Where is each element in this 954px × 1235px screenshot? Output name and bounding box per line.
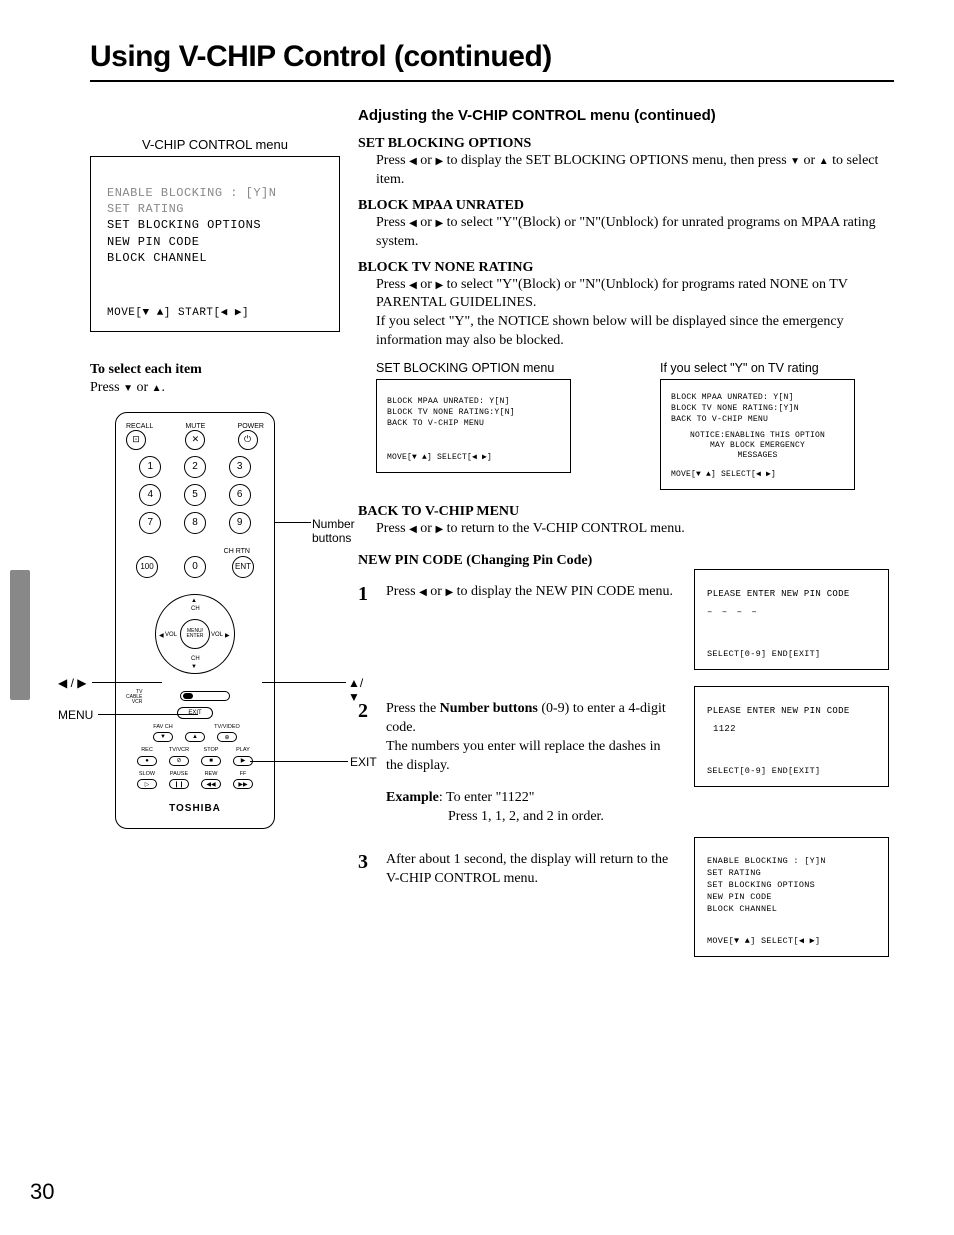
- down-triangle-icon: ▼: [790, 155, 800, 169]
- select-item-heading: To select each item: [90, 362, 340, 378]
- step-2-body: Press the Number buttons (0-9) to enter …: [386, 700, 674, 827]
- callout-arrows-ud: ▲/▼: [348, 676, 363, 704]
- step-num-1: 1: [358, 583, 376, 606]
- vchip-osd: ENABLE BLOCKING : [Y]N SET RATING SET BL…: [90, 156, 340, 332]
- osd-line: SET RATING: [107, 201, 323, 217]
- back-text: Press ◀ or ▶ to return to the V-CHIP CON…: [376, 520, 894, 539]
- pause-button[interactable]: ❙❙: [169, 779, 189, 789]
- remote-label-mute: MUTE: [185, 423, 205, 430]
- recall-button[interactable]: ⊡: [126, 430, 146, 450]
- tvvcr-button[interactable]: ⊘: [169, 756, 189, 766]
- num-button-6[interactable]: 6: [229, 484, 251, 506]
- osd-line: ENABLE BLOCKING : [Y]N: [107, 185, 323, 201]
- power-button[interactable]: ⏻: [238, 430, 258, 450]
- pin-osd-2: PLEASE ENTER NEW PIN CODE 1122 SELECT[0-…: [694, 686, 889, 787]
- tvnone-text: Press ◀ or ▶ to select "Y"(Block) or "N"…: [376, 276, 894, 352]
- num-button-0[interactable]: 0: [184, 556, 206, 578]
- step-3-body: After about 1 second, the display will r…: [386, 851, 674, 889]
- up-triangle-icon: ▲: [819, 155, 829, 169]
- section-heading: Adjusting the V-CHIP CONTROL menu (conti…: [358, 107, 894, 124]
- num-button-8[interactable]: 8: [184, 512, 206, 534]
- callout-menu: MENU: [58, 708, 93, 722]
- menu-enter-button[interactable]: MENU/ ENTER: [180, 619, 210, 649]
- callout-number-buttons: Number buttons: [312, 517, 355, 545]
- osd-line: NEW PIN CODE: [107, 234, 323, 250]
- pin-osd-3: ENABLE BLOCKING : [Y]N SET RATING SET BL…: [694, 837, 889, 956]
- num-button-1[interactable]: 1: [139, 456, 161, 478]
- remote-label-chrtn: CH RTN: [224, 548, 250, 555]
- side-tab: Advanced Operaion: [10, 570, 30, 700]
- remote-label-power: POWER: [238, 423, 264, 430]
- set-blocking-text: Press ◀ or ▶ to display the SET BLOCKING…: [376, 152, 894, 190]
- num-button-7[interactable]: 7: [139, 512, 161, 534]
- remote-brand: TOSHIBA: [126, 803, 264, 814]
- up-triangle-icon: ▲: [152, 383, 162, 394]
- newpin-heading: NEW PIN CODE (Changing Pin Code): [358, 553, 894, 569]
- select-item-body: Press ▼ or ▲.: [90, 380, 340, 396]
- num-button-5[interactable]: 5: [184, 484, 206, 506]
- num-button-3[interactable]: 3: [229, 456, 251, 478]
- page-number: 30: [30, 1179, 54, 1205]
- ff-button[interactable]: ▶▶: [233, 779, 253, 789]
- osd-line: BLOCK CHANNEL: [107, 250, 323, 266]
- osd-line-selected: SET BLOCKING OPTIONS: [107, 217, 323, 233]
- down-triangle-icon: ▼: [123, 383, 133, 394]
- rec-button[interactable]: ●: [137, 756, 157, 766]
- remote-label-recall: RECALL: [126, 423, 153, 430]
- mpaa-text: Press ◀ or ▶ to select "Y"(Block) or "N"…: [376, 214, 894, 252]
- stop-button[interactable]: ■: [201, 756, 221, 766]
- num-button-9[interactable]: 9: [229, 512, 251, 534]
- tvnone-heading: BLOCK TV NONE RATING: [358, 260, 894, 276]
- hundred-button[interactable]: 100: [136, 556, 158, 578]
- back-heading: BACK TO V-CHIP MENU: [358, 504, 894, 520]
- set-blocking-heading: SET BLOCKING OPTIONS: [358, 136, 894, 152]
- mute-button[interactable]: ✕: [185, 430, 205, 450]
- ent-button[interactable]: ENT: [232, 556, 254, 578]
- rew-button[interactable]: ◀◀: [201, 779, 221, 789]
- tvvideo-button[interactable]: ⊕: [217, 732, 237, 742]
- left-triangle-icon: ◀: [409, 155, 417, 169]
- mode-slider[interactable]: [180, 691, 230, 701]
- dpad[interactable]: ▲ CH ◀ VOL ▶ VOL ▼ CH MENU/ ENTER: [145, 584, 245, 684]
- step-num-3: 3: [358, 851, 376, 889]
- num-button-4[interactable]: 4: [139, 484, 161, 506]
- notice-osd: BLOCK MPAA UNRATED: Y[N] BLOCK TV NONE R…: [660, 379, 855, 490]
- blocking-menu-caption: SET BLOCKING OPTION menu: [376, 361, 610, 375]
- notice-menu-caption: If you select "Y" on TV rating: [660, 361, 894, 375]
- step-1-body: Press ◀ or ▶ to display the NEW PIN CODE…: [386, 583, 674, 606]
- favch-up-button[interactable]: ▲: [185, 732, 205, 742]
- num-button-2[interactable]: 2: [184, 456, 206, 478]
- favch-down-button[interactable]: ▼: [153, 732, 173, 742]
- remote-illustration: Number buttons ▲/▼ ◀ / ▶ MENU EXIT RECAL…: [50, 412, 340, 830]
- callout-exit: EXIT: [350, 755, 377, 769]
- mpaa-heading: BLOCK MPAA UNRATED: [358, 198, 894, 214]
- osd-footer: MOVE[▼ ▲] START[◀ ▶]: [107, 306, 323, 321]
- page-title: Using V-CHIP Control (continued): [90, 40, 894, 74]
- exit-button[interactable]: EXIT: [177, 707, 213, 719]
- blocking-osd: BLOCK MPAA UNRATED: Y[N] BLOCK TV NONE R…: [376, 379, 571, 473]
- callout-arrows-lr: ◀ / ▶: [58, 676, 86, 690]
- slow-button[interactable]: ▷: [137, 779, 157, 789]
- pin-osd-1: PLEASE ENTER NEW PIN CODE – – – – SELECT…: [694, 569, 889, 670]
- vchip-menu-caption: V-CHIP CONTROL menu: [90, 137, 340, 152]
- title-rule: [90, 80, 894, 82]
- right-triangle-icon: ▶: [435, 155, 443, 169]
